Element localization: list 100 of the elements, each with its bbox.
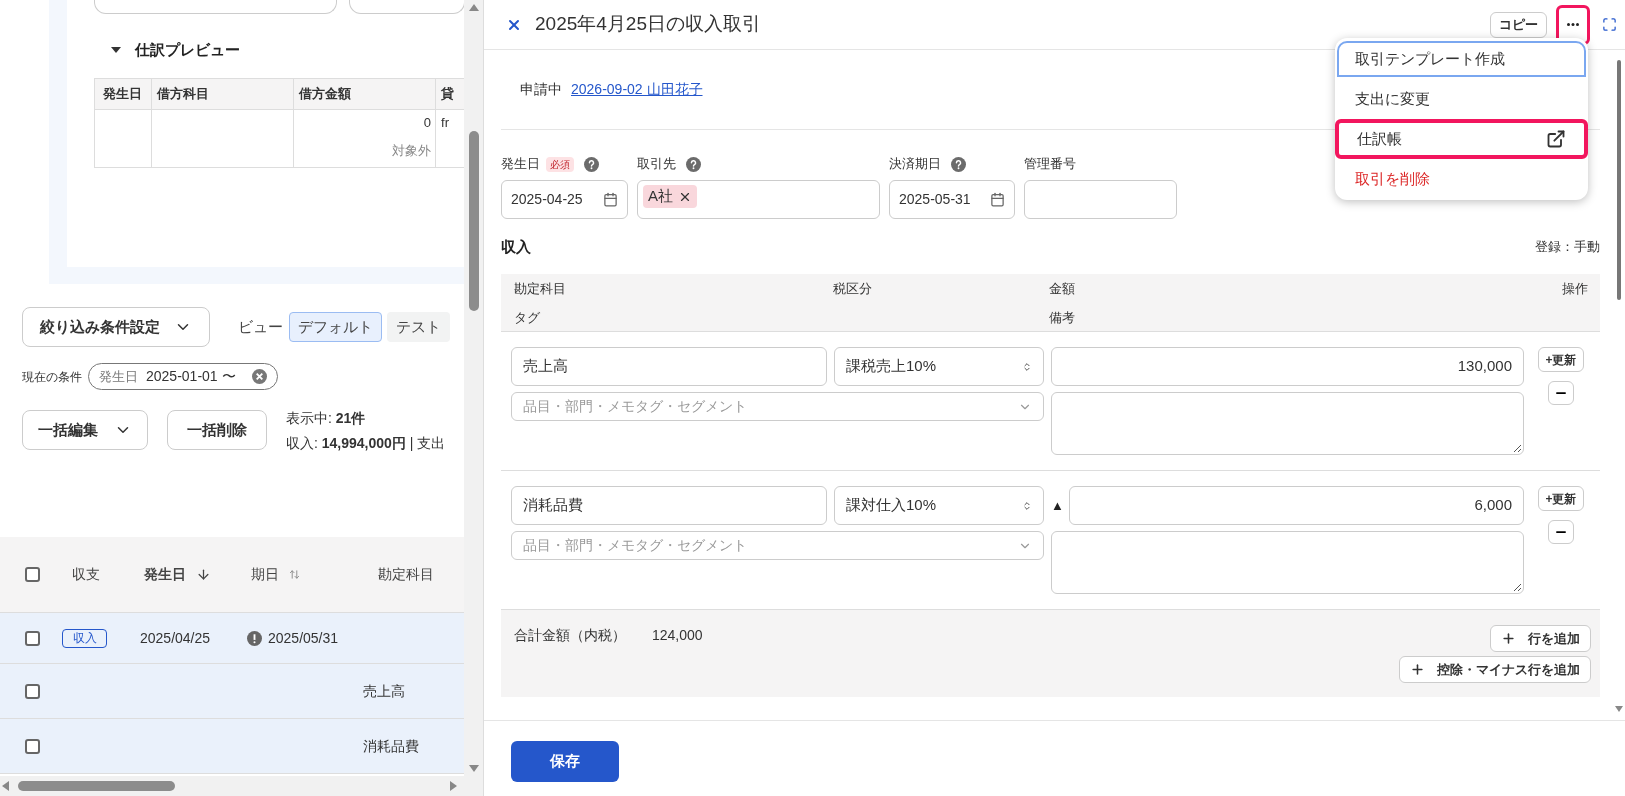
column-header[interactable]: 勘定科目: [378, 564, 434, 585]
bulk-edit-button[interactable]: 一括編集: [22, 410, 148, 450]
column-header[interactable]: 期日: [251, 564, 378, 585]
menu-item[interactable]: 仕訳帳: [1335, 119, 1588, 159]
section-title: 収入: [501, 236, 531, 257]
scrollbar-thumb[interactable]: [1616, 60, 1621, 300]
column-header: 金額: [1049, 279, 1076, 298]
field-label: 取引先: [637, 155, 676, 174]
bulk-delete-button[interactable]: 一括削除: [167, 410, 267, 450]
view-label: ビュー: [238, 316, 283, 337]
sort-icon[interactable]: [289, 569, 300, 580]
partner-field[interactable]: A社: [637, 180, 880, 219]
resize-handle-icon[interactable]: [1513, 583, 1521, 591]
expand-icon[interactable]: [1602, 17, 1617, 32]
total-label: 合計金額（内税）: [514, 625, 626, 645]
scrollbar-thumb[interactable]: [18, 781, 175, 791]
checkbox[interactable]: [25, 630, 40, 646]
more-icon: [1567, 23, 1579, 26]
status-label: 申請中: [520, 80, 562, 99]
filter-button[interactable]: 絞り込み条件設定: [22, 307, 210, 347]
sort-down-icon[interactable]: [196, 567, 211, 582]
clear-icon[interactable]: [251, 369, 267, 384]
account-field[interactable]: 売上高: [511, 347, 827, 386]
field-label: 発生日: [501, 155, 540, 174]
scroll-right-icon[interactable]: [450, 781, 457, 791]
chip-field: 発生日: [99, 366, 138, 387]
column-header: 備考: [1049, 308, 1076, 327]
calendar-icon[interactable]: [603, 192, 618, 207]
calendar-icon[interactable]: [990, 192, 1005, 207]
add-row-button[interactable]: 控除・マイナス行を追加: [1399, 656, 1591, 683]
date-field[interactable]: 2025-04-25: [501, 180, 628, 219]
total-amount: 124,000: [652, 625, 703, 645]
copy-button[interactable]: コピー: [1490, 11, 1547, 38]
column-header: 借方金額: [293, 78, 436, 109]
checkbox[interactable]: [25, 567, 40, 582]
menu-item[interactable]: 取引テンプレート作成: [1335, 39, 1588, 79]
scroll-up-icon[interactable]: [468, 4, 479, 11]
table-row[interactable]: 収入 2025/04/25 2025/05/31: [0, 613, 465, 664]
column-header: 操作: [1562, 279, 1588, 298]
memo-field[interactable]: [1051, 392, 1524, 455]
input-field[interactable]: [1024, 180, 1177, 219]
negative-sign: ▲: [1051, 496, 1064, 515]
menu-item[interactable]: 取引を削除: [1335, 159, 1588, 199]
summary-text: 収入: 14,994,000円 | 支出: [286, 434, 446, 453]
help-icon[interactable]: [951, 156, 966, 172]
account-text: 消耗品費: [363, 736, 419, 756]
income-badge: 収入: [62, 628, 107, 648]
column-header: タグ: [514, 308, 541, 327]
checkbox[interactable]: [25, 683, 40, 699]
table-cell: fr: [441, 114, 449, 130]
column-header: 発生日: [95, 78, 152, 109]
plus-icon: [1410, 662, 1425, 677]
field-label: 管理番号: [1024, 155, 1076, 174]
menu-item[interactable]: 支出に変更: [1335, 79, 1588, 119]
chip-value: 2025-01-01 〜: [146, 367, 236, 386]
update-button[interactable]: +更新: [1538, 486, 1584, 511]
summary-text: 表示中: 21件: [286, 409, 367, 428]
scrollbar-thumb[interactable]: [468, 131, 479, 311]
help-icon[interactable]: [584, 156, 599, 172]
section-title: 仕訳プレビュー: [135, 40, 240, 60]
caret-down-icon[interactable]: [111, 47, 121, 54]
account-field[interactable]: 消耗品費: [511, 486, 827, 525]
scroll-down-icon[interactable]: [468, 765, 479, 772]
remove-row-button[interactable]: [1548, 520, 1574, 544]
update-button[interactable]: +更新: [1538, 347, 1584, 372]
memo-field[interactable]: [1051, 531, 1524, 594]
remove-row-button[interactable]: [1548, 381, 1574, 405]
column-header: 借方科目: [151, 78, 294, 109]
conditions-label: 現在の条件: [22, 368, 82, 386]
vertical-scrollbar[interactable]: [464, 0, 483, 776]
scroll-left-icon[interactable]: [2, 781, 9, 791]
tax-select[interactable]: 課税売上10%: [834, 347, 1044, 386]
view-tab[interactable]: テスト: [387, 312, 450, 342]
partner-tag[interactable]: A社: [643, 185, 697, 208]
note-text: 対象外: [392, 142, 431, 160]
resize-handle-icon[interactable]: [1513, 444, 1521, 452]
help-icon[interactable]: [686, 156, 701, 172]
column-header: 勘定科目: [514, 279, 567, 298]
table-row[interactable]: 売上高: [0, 664, 465, 719]
select-arrows-icon: [1022, 361, 1032, 372]
amount-field[interactable]: 130,000: [1051, 347, 1524, 386]
view-tab[interactable]: デフォルト: [289, 312, 382, 342]
tax-select[interactable]: 課対仕入10%: [834, 486, 1044, 525]
date-field[interactable]: 2025-05-31: [889, 180, 1015, 219]
plus-icon: [1501, 631, 1516, 646]
registration-text: 登録：手動: [1535, 238, 1600, 257]
amount-text: 0: [423, 113, 431, 132]
amount-field[interactable]: 6,000: [1068, 486, 1524, 525]
add-row-button[interactable]: 行を追加: [1490, 625, 1591, 652]
required-badge: 必須: [546, 156, 574, 172]
column-header[interactable]: 収支: [72, 564, 144, 585]
column-header[interactable]: 発生日: [144, 564, 251, 585]
scroll-down-icon[interactable]: [1614, 706, 1623, 712]
date-text: 2025/04/25: [140, 628, 212, 648]
save-button[interactable]: 保存: [511, 741, 619, 782]
checkbox[interactable]: [25, 738, 40, 754]
table-row[interactable]: 消耗品費: [0, 719, 465, 774]
applicant-link[interactable]: 2026-09-02 山田花子: [571, 79, 703, 100]
horizontal-scrollbar[interactable]: [0, 776, 483, 796]
account-text: 売上高: [363, 681, 405, 701]
